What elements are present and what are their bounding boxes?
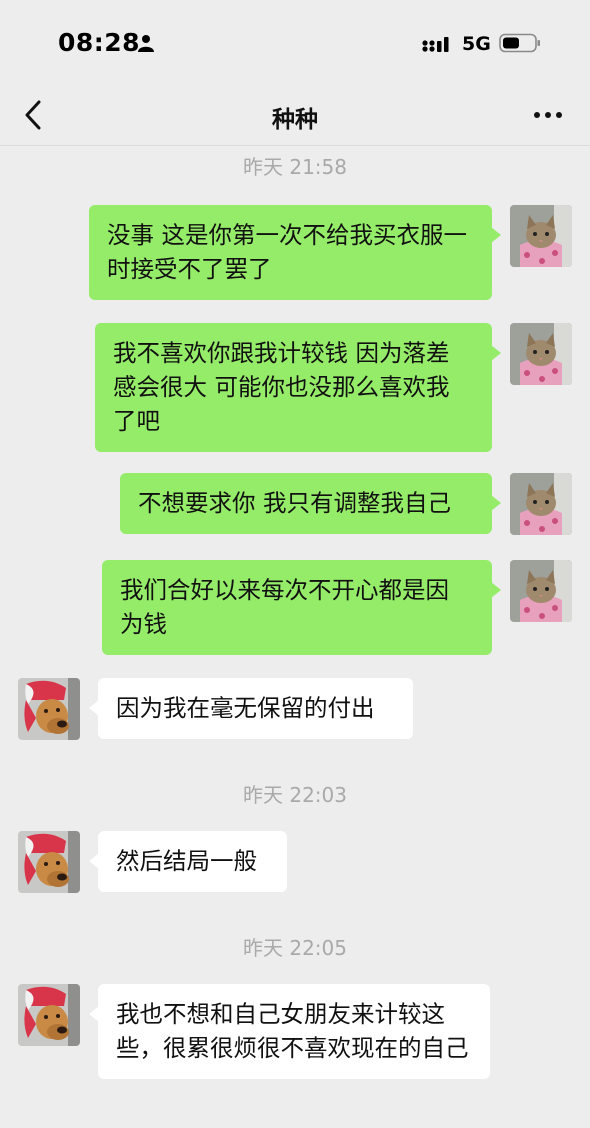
message-bubble-sent[interactable]: 没事 这是你第一次不给我买衣服一时接受不了罢了 [89, 205, 501, 300]
dog-avatar[interactable] [18, 831, 80, 893]
timestamp: 昨天 22:05 [243, 936, 347, 960]
chat-screen: 08:28 5G 种种 昨天 21:58 没事 这是你第一次不给我买衣服一时接受… [0, 0, 590, 1128]
chat-title: 种种 [272, 107, 318, 133]
status-bar: 08:28 5G [0, 0, 590, 88]
network-label: 5G [462, 33, 491, 55]
signal-icon [422, 37, 449, 52]
cat-avatar[interactable] [510, 560, 572, 622]
cat-avatar[interactable] [510, 205, 572, 267]
timestamp: 昨天 21:58 [243, 155, 347, 179]
timestamp: 昨天 22:03 [243, 783, 347, 807]
more-dots-icon[interactable] [532, 103, 564, 127]
nav-bar: 种种 [0, 88, 590, 146]
message-bubble-received[interactable]: 因为我在毫无保留的付出 [89, 678, 413, 739]
cat-avatar[interactable] [510, 473, 572, 535]
status-time: 08:28 [58, 28, 141, 57]
message-bubble-received[interactable]: 然后结局一般 [89, 831, 287, 892]
message-bubble-received[interactable]: 我也不想和自己女朋友来计较这些，很累很烦很不喜欢现在的自己 [89, 984, 490, 1079]
message-bubble-sent[interactable]: 不想要求你 我只有调整我自己 [120, 473, 501, 534]
person-icon [138, 35, 154, 52]
dog-avatar[interactable] [18, 984, 80, 1046]
dog-avatar[interactable] [18, 678, 80, 740]
message-bubble-sent[interactable]: 我们合好以来每次不开心都是因为钱 [102, 560, 501, 655]
message-bubble-sent[interactable]: 我不喜欢你跟我计较钱 因为落差感会很大 可能你也没那么喜欢我了吧 [95, 323, 501, 452]
cat-avatar[interactable] [510, 323, 572, 385]
battery-icon [499, 33, 540, 53]
